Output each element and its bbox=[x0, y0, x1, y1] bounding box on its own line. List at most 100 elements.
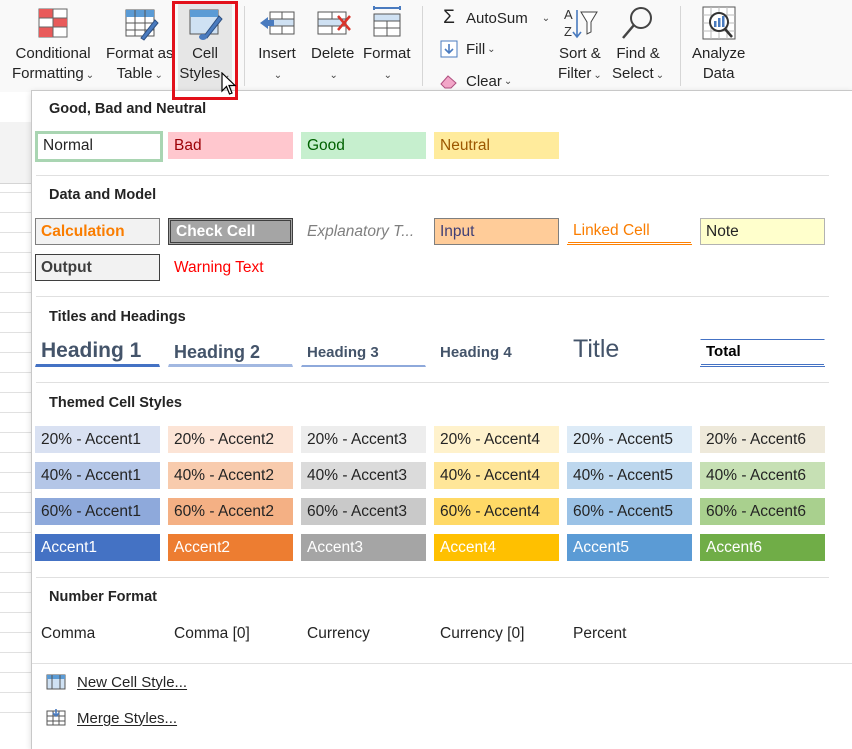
ribbon-separator bbox=[244, 6, 245, 86]
style-60-accent4[interactable]: 60% - Accent4 bbox=[434, 498, 559, 525]
style-heading-3[interactable]: Heading 3 bbox=[301, 339, 426, 367]
new-cell-style-label: New Cell Style... bbox=[77, 673, 188, 691]
chevron-down-icon: ⌄ bbox=[593, 70, 602, 81]
style-explanatory-text[interactable]: Explanatory T... bbox=[301, 218, 426, 245]
style-good[interactable]: Good bbox=[301, 132, 426, 159]
style-20-accent3[interactable]: 20% - Accent3 bbox=[301, 426, 426, 453]
style-accent3[interactable]: Accent3 bbox=[301, 534, 426, 561]
delete-label: Delete bbox=[311, 45, 355, 62]
svg-text:A: A bbox=[564, 7, 573, 22]
format-as-table-icon bbox=[125, 9, 159, 41]
ribbon-separator bbox=[680, 6, 681, 86]
style-total[interactable]: Total bbox=[700, 339, 825, 367]
chevron-down-icon: ⌄ bbox=[154, 70, 163, 81]
sigma-icon: Σ bbox=[443, 7, 455, 28]
style-60-accent6[interactable]: 60% - Accent6 bbox=[700, 498, 825, 525]
style-40-accent1[interactable]: 40% - Accent1 bbox=[35, 462, 160, 489]
fill-button[interactable]: Fill ⌄ bbox=[438, 39, 496, 59]
format-button[interactable]: Format ⌄ bbox=[363, 4, 411, 86]
style-20-accent6[interactable]: 20% - Accent6 bbox=[700, 426, 825, 453]
find-select-label-1: Find & bbox=[616, 45, 660, 62]
style-output[interactable]: Output bbox=[35, 254, 160, 281]
merge-styles-menu-item[interactable]: Merge Styles... bbox=[46, 708, 177, 728]
style-60-accent1[interactable]: 60% - Accent1 bbox=[35, 498, 160, 525]
analyze-data-label-1: Analyze bbox=[692, 45, 746, 62]
cell-styles-icon bbox=[189, 9, 223, 40]
conditional-formatting-label-1: Conditional bbox=[15, 45, 91, 62]
style-40-accent3[interactable]: 40% - Accent3 bbox=[301, 462, 426, 489]
autosum-label: AutoSum bbox=[466, 9, 528, 27]
analyze-data-button[interactable]: Analyze Data bbox=[692, 4, 745, 84]
insert-cells-icon bbox=[260, 11, 295, 35]
style-20-accent1[interactable]: 20% - Accent1 bbox=[35, 426, 160, 453]
style-check-cell[interactable]: Check Cell bbox=[168, 218, 293, 245]
delete-button[interactable]: Delete ⌄ bbox=[311, 4, 354, 86]
style-60-accent3[interactable]: 60% - Accent3 bbox=[301, 498, 426, 525]
style-note[interactable]: Note bbox=[700, 218, 825, 245]
section-divider bbox=[36, 577, 829, 578]
conditional-formatting-button[interactable]: Conditional Formatting ⌄ bbox=[12, 4, 94, 86]
style-accent4[interactable]: Accent4 bbox=[434, 534, 559, 561]
chevron-down-icon: ⌄ bbox=[487, 43, 496, 55]
style-20-accent2[interactable]: 20% - Accent2 bbox=[168, 426, 293, 453]
style-60-accent5[interactable]: 60% - Accent5 bbox=[567, 498, 692, 525]
style-20-accent4[interactable]: 20% - Accent4 bbox=[434, 426, 559, 453]
style-accent2[interactable]: Accent2 bbox=[168, 534, 293, 561]
style-heading-4[interactable]: Heading 4 bbox=[434, 339, 559, 367]
chevron-down-icon: ⌄ bbox=[85, 70, 95, 81]
style-currency[interactable]: Currency bbox=[301, 620, 426, 647]
new-cell-style-icon bbox=[46, 674, 66, 690]
cell-styles-label-1: Cell bbox=[192, 45, 218, 62]
section-title-number-format: Number Format bbox=[49, 589, 157, 605]
sort-filter-button[interactable]: A Z Sort & Filter ⌄ bbox=[558, 4, 602, 86]
style-heading-2[interactable]: Heading 2 bbox=[168, 337, 293, 367]
style-40-accent2[interactable]: 40% - Accent2 bbox=[168, 462, 293, 489]
worksheet-area bbox=[0, 92, 32, 749]
style-normal[interactable]: Normal bbox=[35, 131, 163, 162]
chevron-down-icon: ⌄ bbox=[383, 70, 392, 81]
chevron-down-icon: ⌄ bbox=[329, 70, 338, 81]
cell-styles-label-2: Styles bbox=[179, 65, 221, 82]
style-bad[interactable]: Bad bbox=[168, 132, 293, 159]
chevron-down-icon: ⌄ bbox=[541, 12, 551, 24]
find-select-button[interactable]: Find & Select ⌄ bbox=[612, 4, 664, 86]
section-title-titles-headings: Titles and Headings bbox=[49, 309, 186, 325]
style-40-accent4[interactable]: 40% - Accent4 bbox=[434, 462, 559, 489]
format-cells-icon bbox=[372, 6, 401, 37]
style-title[interactable]: Title bbox=[567, 331, 692, 367]
style-accent5[interactable]: Accent5 bbox=[567, 534, 692, 561]
style-neutral[interactable]: Neutral bbox=[434, 132, 559, 159]
row-header-area bbox=[0, 122, 32, 184]
insert-button[interactable]: Insert ⌄ bbox=[258, 4, 296, 86]
new-cell-style-menu-item[interactable]: New Cell Style... bbox=[46, 672, 187, 692]
chevron-down-icon: ⌄ bbox=[503, 75, 513, 87]
style-comma[interactable]: Comma bbox=[35, 620, 160, 647]
format-as-table-label-2: Table bbox=[116, 65, 153, 82]
clear-button[interactable]: Clear ⌄ bbox=[438, 71, 512, 91]
chevron-down-icon: ⌄ bbox=[655, 70, 665, 81]
style-heading-1[interactable]: Heading 1 bbox=[35, 335, 160, 367]
section-divider bbox=[36, 382, 829, 383]
style-accent6[interactable]: Accent6 bbox=[700, 534, 825, 561]
sort-filter-icon: A Z bbox=[564, 7, 598, 39]
style-input[interactable]: Input bbox=[434, 218, 559, 245]
section-title-good-bad-neutral: Good, Bad and Neutral bbox=[49, 101, 207, 117]
style-accent1[interactable]: Accent1 bbox=[35, 534, 160, 561]
style-40-accent5[interactable]: 40% - Accent5 bbox=[567, 462, 692, 489]
sort-filter-label-2: Filter bbox=[558, 65, 592, 82]
style-comma-0[interactable]: Comma [0] bbox=[168, 620, 293, 647]
autosum-button[interactable]: Σ AutoSum ⌄ bbox=[438, 7, 551, 28]
chevron-down-icon: ⌄ bbox=[273, 70, 283, 81]
style-warning-text[interactable]: Warning Text bbox=[168, 254, 293, 281]
style-percent[interactable]: Percent bbox=[567, 620, 692, 647]
section-divider bbox=[32, 663, 852, 664]
style-40-accent6[interactable]: 40% - Accent6 bbox=[700, 462, 825, 489]
style-60-accent2[interactable]: 60% - Accent2 bbox=[168, 498, 293, 525]
format-as-table-button[interactable]: Format as Table ⌄ bbox=[106, 4, 174, 86]
style-currency-0[interactable]: Currency [0] bbox=[434, 620, 559, 647]
style-calculation[interactable]: Calculation bbox=[35, 218, 160, 245]
style-20-accent5[interactable]: 20% - Accent5 bbox=[567, 426, 692, 453]
style-linked-cell[interactable]: Linked Cell bbox=[567, 218, 692, 245]
format-label: Format bbox=[363, 45, 411, 62]
insert-label: Insert bbox=[258, 45, 296, 62]
